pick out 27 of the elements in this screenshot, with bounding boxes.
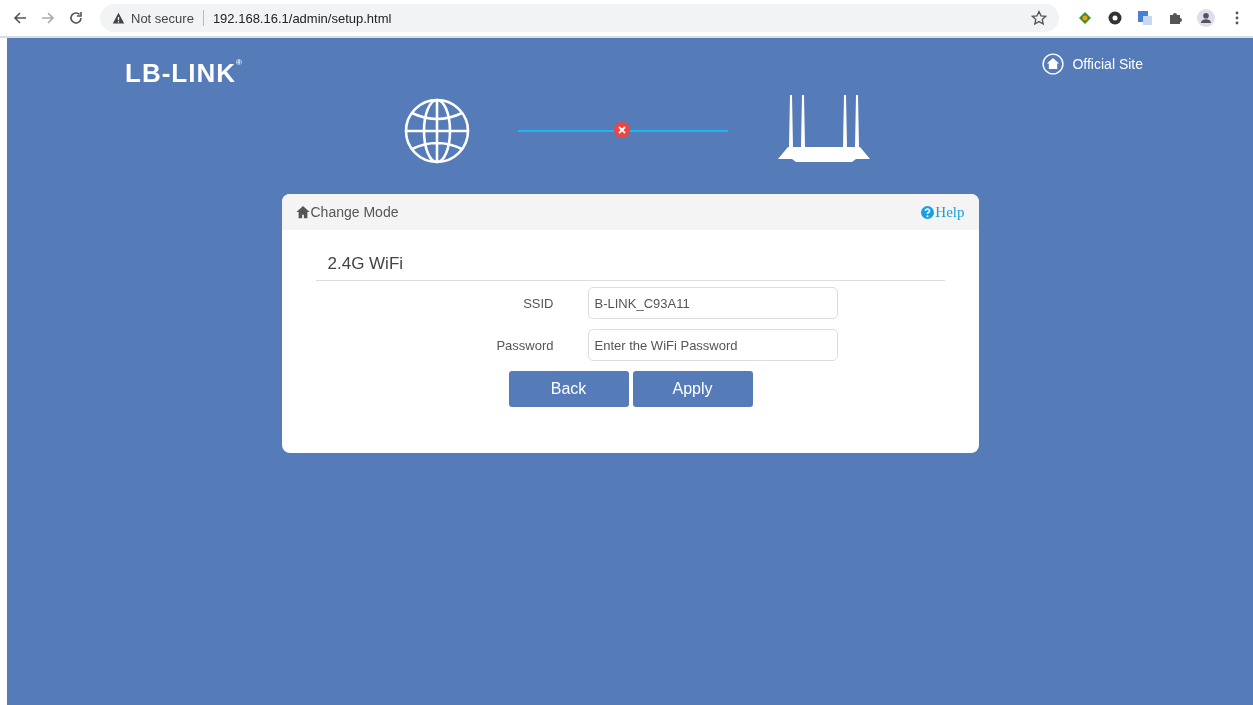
section-title: 2.4G WiFi <box>326 254 405 275</box>
input-field[interactable]: Enter the WiFi Password <box>587 329 838 361</box>
puzzle-icon[interactable] <box>1167 10 1183 26</box>
globe-icon <box>404 98 470 164</box>
panel-title: Change Mode <box>310 204 399 220</box>
back-icon[interactable] <box>12 10 28 26</box>
router-icon <box>776 95 872 163</box>
home-icon <box>1042 53 1065 75</box>
star-icon[interactable] <box>1031 10 1047 26</box>
profile-icon[interactable] <box>1197 9 1215 27</box>
apply-button[interactable]: Apply <box>632 371 753 407</box>
address-bar[interactable]: Not secure 192.168.16.1/admin/setup.html <box>100 4 1059 32</box>
question-icon <box>921 205 935 219</box>
translate-icon[interactable] <box>1137 10 1153 26</box>
input-field[interactable]: B-LINK_C93A11 <box>587 287 838 319</box>
warning-icon <box>112 11 125 25</box>
home-icon <box>295 205 310 219</box>
logo: LB-LINK$^{®}$ <box>125 58 243 90</box>
field-label: SSID <box>522 295 555 311</box>
extension-icon[interactable] <box>1107 10 1123 26</box>
reload-icon[interactable] <box>68 10 84 26</box>
help-link[interactable]: Help <box>921 203 965 221</box>
url-text: 192.168.16.1/admin/setup.html <box>212 10 393 26</box>
back-button[interactable]: Back <box>508 371 629 407</box>
security-label: Not secure <box>131 10 194 26</box>
official-site-link[interactable]: Official Site <box>1042 52 1143 76</box>
field-label: Password <box>495 337 555 353</box>
